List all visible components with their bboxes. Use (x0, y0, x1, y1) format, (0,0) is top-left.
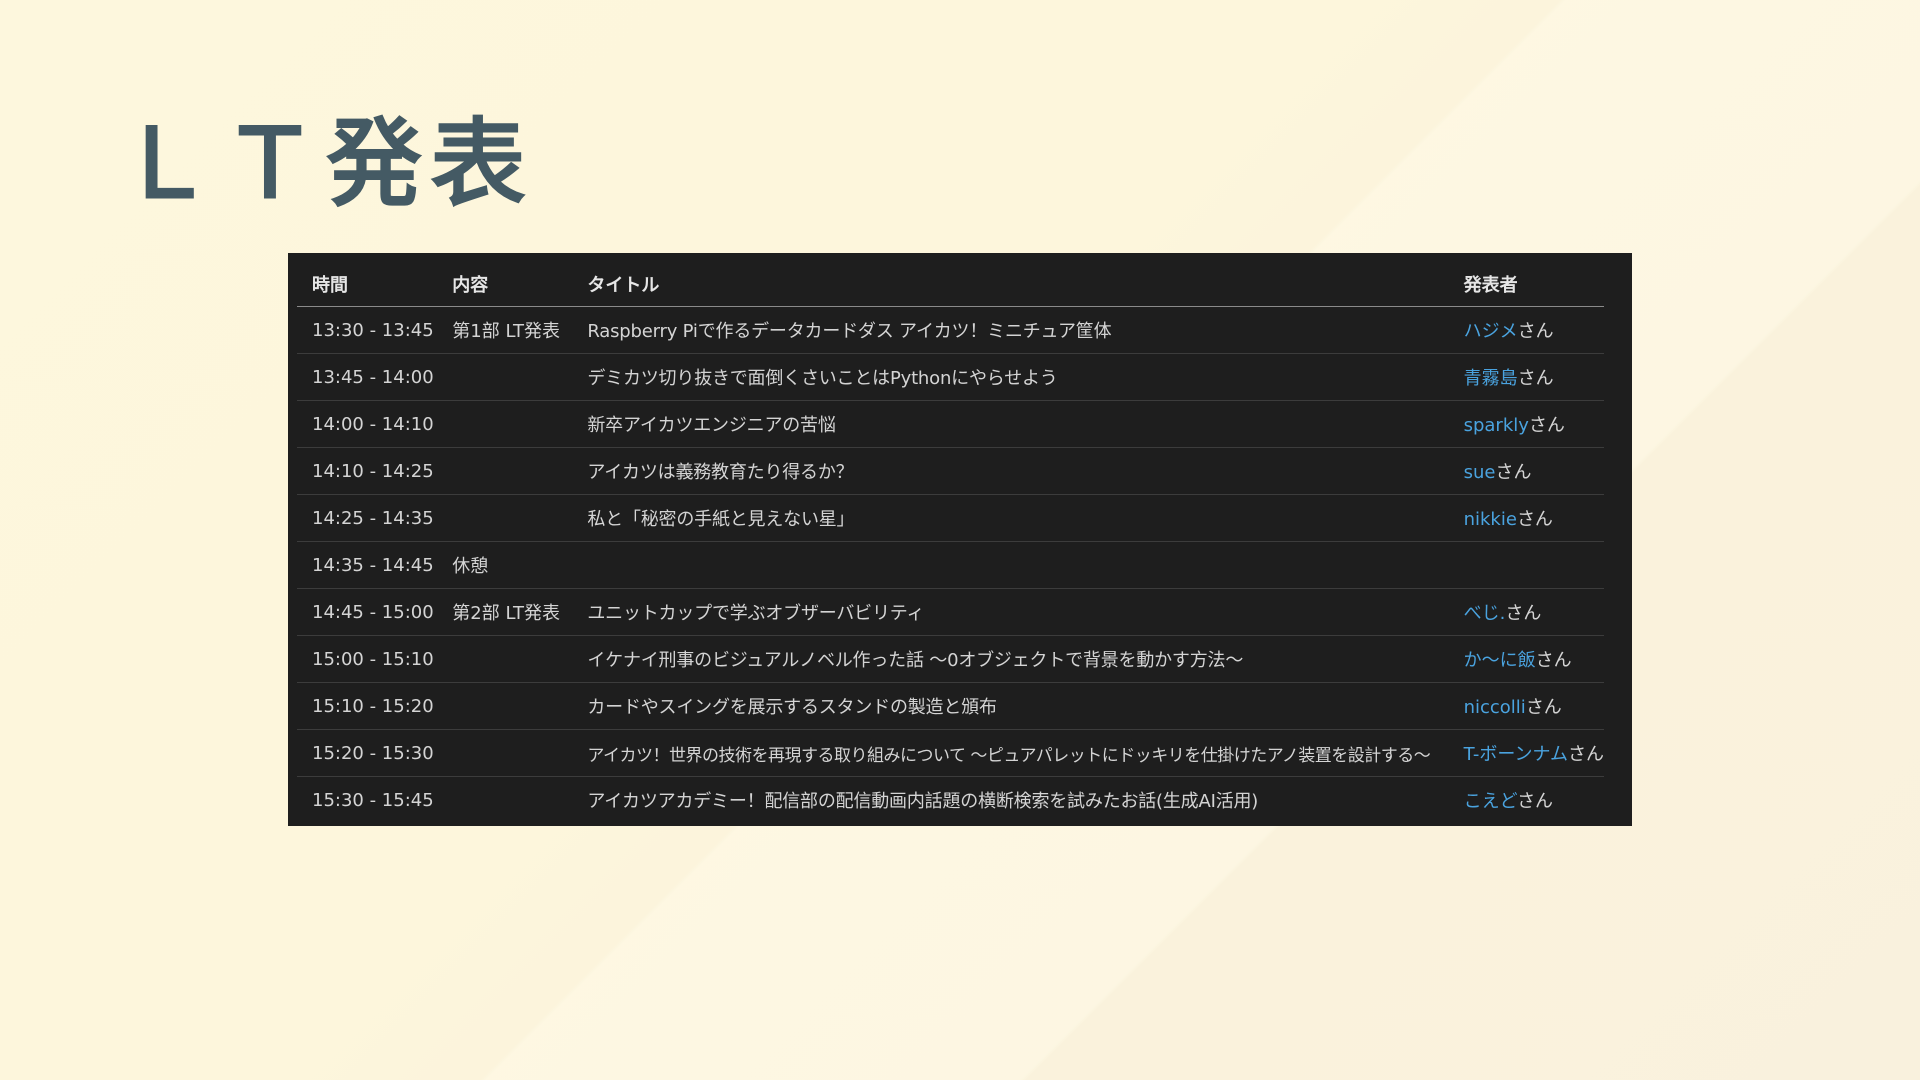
table-row: 13:30 - 13:45 第1部 LT発表 Raspberry Piで作るデー… (297, 306, 1604, 354)
presenter-suffix: さん (1535, 650, 1572, 671)
presenter-suffix: さん (1517, 791, 1554, 812)
cell-time: 14:35 - 14:45 (297, 541, 438, 589)
presenter-link[interactable]: nikkie (1464, 509, 1517, 530)
cell-content (437, 729, 573, 777)
cell-title (572, 541, 1449, 589)
cell-content: 第1部 LT発表 (437, 306, 573, 354)
cell-time: 14:00 - 14:10 (297, 400, 438, 448)
cell-time: 13:30 - 13:45 (297, 306, 438, 354)
cell-content: 第2部 LT発表 (437, 588, 573, 636)
cell-time: 13:45 - 14:00 (297, 353, 438, 401)
cell-time: 14:45 - 15:00 (297, 588, 438, 636)
table-row: 14:00 - 14:10 新卒アイカツエンジニアの苦悩 sparklyさん (297, 400, 1604, 448)
cell-title: アイカツは義務教育たり得るか？ (572, 447, 1449, 495)
cell-title: デミカツ切り抜きで面倒くさいことはPythonにやらせよう (572, 353, 1449, 401)
cell-presenter: 青霧島さん (1448, 353, 1604, 401)
cell-presenter: か～に飯さん (1448, 635, 1604, 683)
cell-content: 休憩 (437, 541, 573, 589)
page-title: ＬＴ発表 (118, 108, 534, 220)
cell-time: 14:10 - 14:25 (297, 447, 438, 495)
cell-title: イケナイ刑事のビジュアルノベル作った話 ～0オブジェクトで背景を動かす方法～ (572, 635, 1449, 683)
cell-presenter: こえどさん (1449, 777, 1604, 824)
cell-content (437, 400, 573, 448)
table-row: 15:00 - 15:10 イケナイ刑事のビジュアルノベル作った話 ～0オブジェ… (297, 635, 1604, 683)
presenter-suffix: さん (1517, 321, 1554, 342)
cell-content (437, 777, 572, 824)
presenter-suffix: さん (1528, 415, 1565, 436)
cell-time: 15:00 - 15:10 (297, 635, 438, 683)
table-header-row: 時間 内容 タイトル 発表者 (297, 261, 1604, 307)
cell-content (437, 353, 573, 401)
cell-content (437, 494, 573, 542)
presenter-link[interactable]: 青霧島 (1464, 368, 1518, 389)
presenter-link[interactable]: T-ボーンナム (1464, 744, 1568, 765)
cell-title: 私と「秘密の手紙と見えない星」 (572, 494, 1449, 542)
schedule-panel: 時間 内容 タイトル 発表者 13:30 - 13:45 第1部 LT発表 Ra… (288, 253, 1632, 826)
presenter-link[interactable]: sue (1464, 462, 1496, 483)
cell-presenter: sparklyさん (1448, 400, 1604, 448)
header-time: 時間 (297, 261, 438, 307)
presenter-suffix: さん (1516, 509, 1553, 530)
presenter-link[interactable]: ハジメ (1464, 321, 1518, 342)
table-row: 14:35 - 14:45 休憩 (297, 541, 1604, 589)
cell-presenter (1448, 541, 1604, 589)
cell-content (437, 447, 573, 495)
cell-content (437, 635, 573, 683)
cell-title: アイカツアカデミー！配信部の配信動画内話題の横断検索を試みたお話(生成AI活用) (587, 791, 1259, 812)
cell-title: カードやスイングを展示するスタンドの製造と頒布 (572, 682, 1449, 730)
header-presenter: 発表者 (1448, 261, 1604, 307)
cell-presenter: べじ.さん (1448, 588, 1604, 636)
cell-presenter: nikkieさん (1448, 494, 1604, 542)
schedule-table: 時間 内容 タイトル 発表者 13:30 - 13:45 第1部 LT発表 Ra… (297, 261, 1604, 823)
cell-time: 15:10 - 15:20 (297, 682, 438, 730)
table-row: 14:45 - 15:00 第2部 LT発表 ユニットカップで学ぶオブザーバビリ… (297, 588, 1604, 636)
table-row: 13:45 - 14:00 デミカツ切り抜きで面倒くさいことはPythonにやら… (297, 353, 1604, 401)
cell-title: アイカツ！世界の技術を再現する取り組みについて ～ピュアパレットにドッキリを仕掛… (572, 729, 1449, 777)
presenter-suffix: さん (1568, 744, 1604, 765)
header-content: 内容 (437, 261, 573, 307)
presenter-suffix: さん (1495, 462, 1532, 483)
presenter-suffix: さん (1525, 697, 1562, 718)
presenter-suffix: さん (1517, 368, 1554, 389)
presenter-link[interactable]: sparkly (1464, 415, 1529, 436)
cell-time: 14:25 - 14:35 (297, 494, 438, 542)
cell-presenter: ハジメさん (1448, 306, 1604, 354)
cell-presenter: sueさん (1448, 447, 1604, 495)
cell-time: 15:30 - 15:45 (312, 789, 434, 811)
table-row: 14:25 - 14:35 私と「秘密の手紙と見えない星」 nikkieさん (297, 494, 1604, 542)
cell-content (437, 682, 573, 730)
presenter-suffix: さん (1505, 603, 1542, 624)
presenter-link[interactable]: こえど (1464, 791, 1517, 812)
cell-title: Raspberry Piで作るデータカードダス アイカツ！ミニチュア筐体 (572, 306, 1449, 354)
presenter-link[interactable]: niccolli (1464, 697, 1526, 718)
cell-presenter: niccolliさん (1448, 682, 1604, 730)
table-row: 15:20 - 15:30 アイカツ！世界の技術を再現する取り組みについて ～ピ… (297, 729, 1604, 777)
header-title: タイトル (572, 261, 1449, 307)
cell-title: 新卒アイカツエンジニアの苦悩 (572, 400, 1449, 448)
table-row: 15:10 - 15:20 カードやスイングを展示するスタンドの製造と頒布 ni… (297, 682, 1604, 730)
presenter-link[interactable]: か～に飯 (1464, 650, 1536, 671)
cell-presenter: T-ボーンナムさん (1448, 729, 1604, 777)
cell-title: ユニットカップで学ぶオブザーバビリティ (572, 588, 1449, 636)
table-row: 15:30 - 15:45 アイカツアカデミー！配信部の配信動画内話題の横断検索… (297, 777, 1604, 824)
cell-time: 15:20 - 15:30 (297, 729, 438, 777)
table-row: 14:10 - 14:25 アイカツは義務教育たり得るか？ sueさん (297, 447, 1604, 495)
presenter-link[interactable]: べじ. (1464, 603, 1506, 624)
